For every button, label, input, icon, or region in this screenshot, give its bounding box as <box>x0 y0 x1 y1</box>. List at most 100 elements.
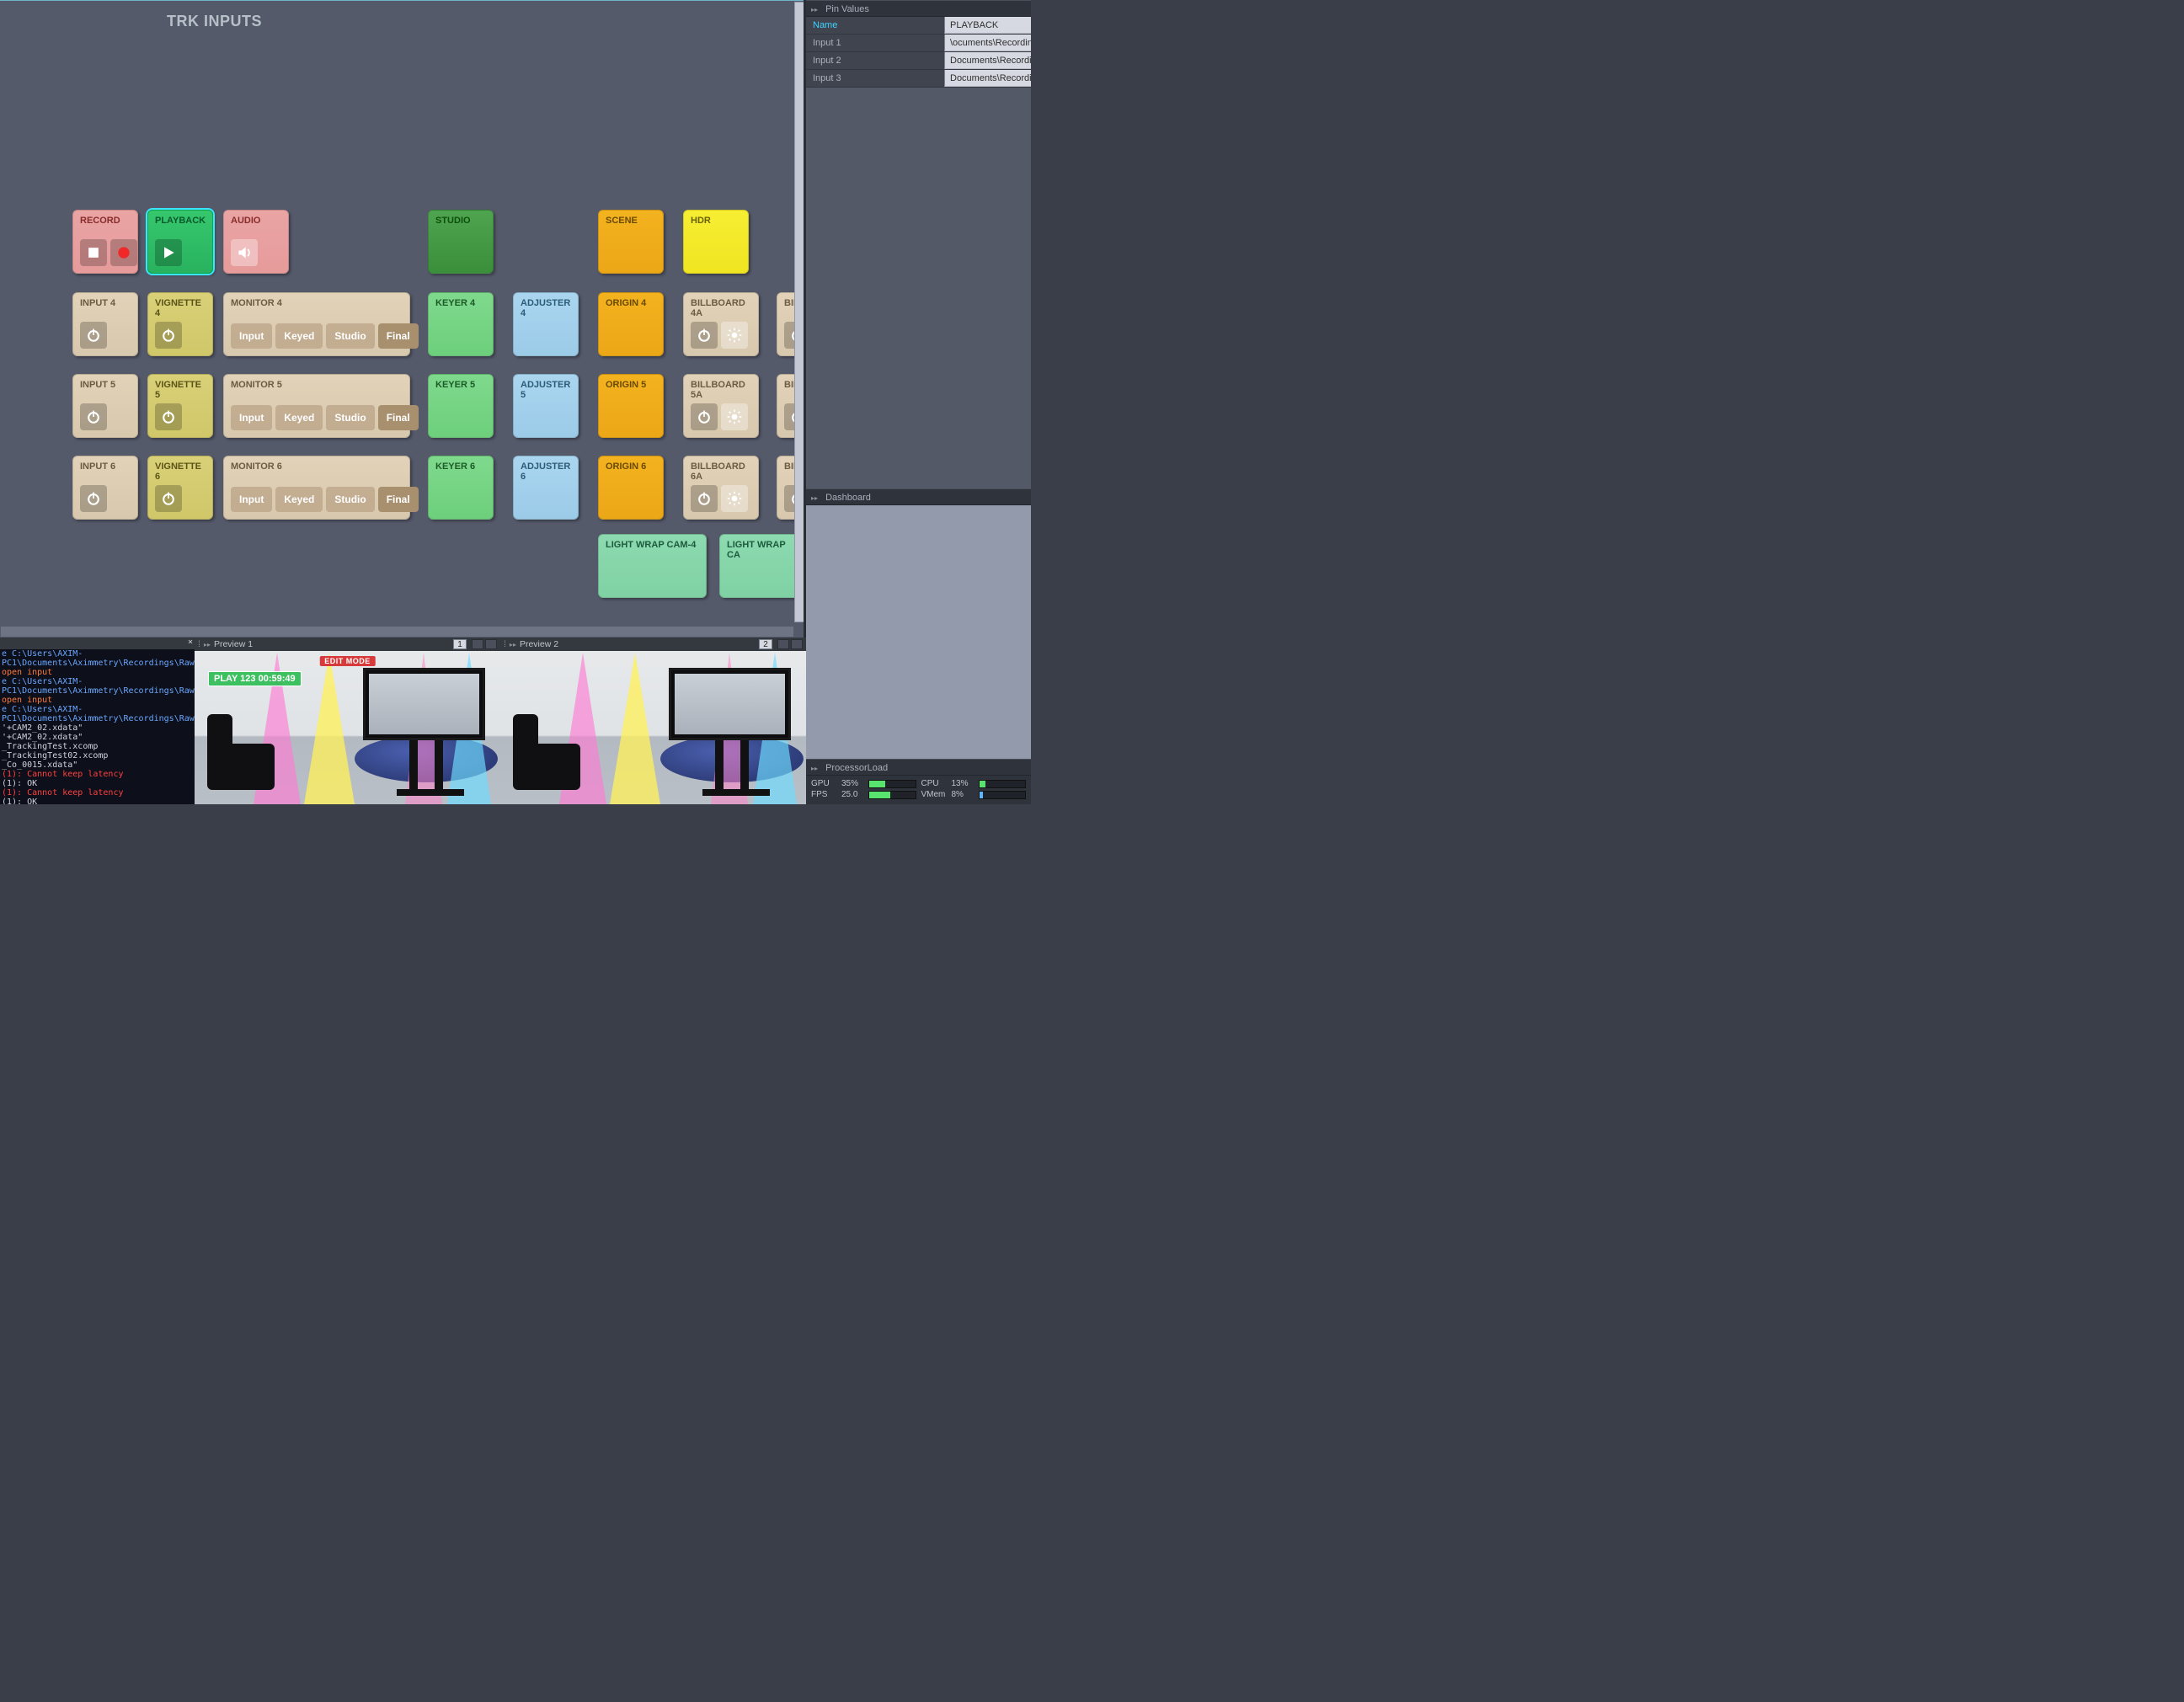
vmem-bar <box>979 791 1027 799</box>
block-origin4[interactable]: ORIGIN 4 <box>598 292 664 356</box>
chevron-icon <box>811 763 823 773</box>
power-icon[interactable] <box>691 485 718 512</box>
property-value[interactable]: Documents\Recordings\Raw_00 <box>944 70 1031 87</box>
block-input4[interactable]: INPUT 4 <box>72 292 138 356</box>
property-row[interactable]: Input 1\ocuments\Recordings\Raw_00: <box>806 35 1031 52</box>
gpu-value: 35% <box>841 779 863 788</box>
power-icon[interactable] <box>155 403 182 430</box>
block-origin6[interactable]: ORIGIN 6 <box>598 456 664 520</box>
power-icon[interactable] <box>691 322 718 349</box>
block-vignette4[interactable]: VIGNETTE 4 <box>147 292 213 356</box>
monitor-studio-button[interactable]: Studio <box>326 487 374 512</box>
block-vignette6[interactable]: VIGNETTE 6 <box>147 456 213 520</box>
monitor-studio-button[interactable]: Studio <box>326 405 374 430</box>
block-playback[interactable]: PLAYBACK <box>147 210 213 274</box>
label: MONITOR 5 <box>231 380 403 390</box>
light-icon[interactable] <box>721 485 748 512</box>
block-keyer6[interactable]: KEYER 6 <box>428 456 494 520</box>
preview-btn-a[interactable] <box>472 639 483 649</box>
property-value[interactable]: PLAYBACK <box>944 17 1031 34</box>
block-adjuster4[interactable]: ADJUSTER 4 <box>513 292 579 356</box>
processor-load-header[interactable]: ProcessorLoad <box>806 759 1031 776</box>
block-billboard6a[interactable]: BILLBOARD 6A <box>683 456 759 520</box>
block-keyer4[interactable]: KEYER 4 <box>428 292 494 356</box>
record-icon[interactable] <box>110 239 137 266</box>
block-billboard5a[interactable]: BILLBOARD 5A <box>683 374 759 438</box>
power-icon[interactable] <box>80 485 107 512</box>
light-icon[interactable] <box>721 322 748 349</box>
block-studio[interactable]: STUDIO <box>428 210 494 274</box>
power-icon[interactable] <box>80 403 107 430</box>
grip-icon[interactable] <box>198 638 204 651</box>
audio-icon[interactable] <box>231 239 258 266</box>
light-icon[interactable] <box>721 403 748 430</box>
monitor-final-button[interactable]: Final <box>378 487 419 512</box>
preview-btn-a[interactable] <box>777 639 789 649</box>
monitor-keyed-button[interactable]: Keyed <box>275 405 323 430</box>
chevron-icon[interactable] <box>204 638 214 652</box>
log-line: '+CAM2_02.xdata" <box>2 723 193 733</box>
block-input6[interactable]: INPUT 6 <box>72 456 138 520</box>
preview-scene[interactable] <box>500 651 806 804</box>
label: INPUT 5 <box>80 380 131 390</box>
property-row[interactable]: Input 2Documents\Recordings\Kunde_ <box>806 52 1031 70</box>
property-row[interactable]: Input 3Documents\Recordings\Raw_00 <box>806 70 1031 88</box>
block-origin5[interactable]: ORIGIN 5 <box>598 374 664 438</box>
monitor-input-button[interactable]: Input <box>231 405 272 430</box>
block-billboard4a[interactable]: BILLBOARD 4A <box>683 292 759 356</box>
block-monitor4[interactable]: MONITOR 4 Input Keyed Studio Final <box>223 292 410 356</box>
preview-number[interactable]: 1 <box>453 639 467 649</box>
property-row[interactable]: NamePLAYBACK <box>806 17 1031 35</box>
preview-btn-b[interactable] <box>485 639 497 649</box>
gpu-label: GPU <box>811 779 836 788</box>
close-icon[interactable]: × <box>188 638 193 647</box>
property-value[interactable]: Documents\Recordings\Kunde_ <box>944 52 1031 69</box>
dashboard-header[interactable]: Dashboard <box>806 488 1031 505</box>
preview-number[interactable]: 2 <box>759 639 772 649</box>
label: STUDIO <box>435 216 486 226</box>
vmem-label: VMem <box>921 790 947 799</box>
monitor-input-button[interactable]: Input <box>231 487 272 512</box>
label: KEYER 4 <box>435 298 486 308</box>
canvas-area[interactable]: TRK INPUTS RECORD PLAYBACK AUDIO STUDIO … <box>0 0 806 638</box>
block-record[interactable]: RECORD <box>72 210 138 274</box>
block-input5[interactable]: INPUT 5 <box>72 374 138 438</box>
power-icon[interactable] <box>691 403 718 430</box>
monitor-final-button[interactable]: Final <box>378 405 419 430</box>
log-line: (1): OK <box>2 779 193 788</box>
play-overlay: PLAY 123 00:59:49 <box>208 671 302 686</box>
grip-icon[interactable] <box>504 638 510 651</box>
monitor-keyed-button[interactable]: Keyed <box>275 487 323 512</box>
power-icon[interactable] <box>80 322 107 349</box>
monitor-input-button[interactable]: Input <box>231 323 272 349</box>
preview-scene[interactable]: EDIT MODE PLAY 123 00:59:49 <box>195 651 500 804</box>
dashboard-body[interactable] <box>806 505 1031 792</box>
property-key: Input 2 <box>806 52 944 69</box>
log-line: _Co_0015.xdata" <box>2 760 193 770</box>
stop-icon[interactable] <box>80 239 107 266</box>
label: ORIGIN 5 <box>606 380 656 390</box>
power-icon[interactable] <box>155 485 182 512</box>
pin-values-header[interactable]: Pin Values <box>806 0 1031 17</box>
block-keyer5[interactable]: KEYER 5 <box>428 374 494 438</box>
play-icon[interactable] <box>155 239 182 266</box>
block-lightwrap5[interactable]: LIGHT WRAP CA <box>719 534 799 598</box>
canvas-hscrollbar[interactable] <box>0 626 794 638</box>
block-scene[interactable]: SCENE <box>598 210 664 274</box>
block-vignette5[interactable]: VIGNETTE 5 <box>147 374 213 438</box>
monitor-final-button[interactable]: Final <box>378 323 419 349</box>
block-audio[interactable]: AUDIO <box>223 210 289 274</box>
block-adjuster6[interactable]: ADJUSTER 6 <box>513 456 579 520</box>
property-value[interactable]: \ocuments\Recordings\Raw_00: <box>944 35 1031 51</box>
block-hdr[interactable]: HDR <box>683 210 749 274</box>
block-monitor5[interactable]: MONITOR 5 Input Keyed Studio Final <box>223 374 410 438</box>
preview-btn-b[interactable] <box>791 639 803 649</box>
block-lightwrap4[interactable]: LIGHT WRAP CAM-4 <box>598 534 707 598</box>
log-panel[interactable]: × e C:\Users\AXIM-PC1\Documents\Aximmetr… <box>0 638 195 804</box>
power-icon[interactable] <box>155 322 182 349</box>
chevron-icon[interactable] <box>510 638 520 652</box>
monitor-studio-button[interactable]: Studio <box>326 323 374 349</box>
monitor-keyed-button[interactable]: Keyed <box>275 323 323 349</box>
block-monitor6[interactable]: MONITOR 6 Input Keyed Studio Final <box>223 456 410 520</box>
block-adjuster5[interactable]: ADJUSTER 5 <box>513 374 579 438</box>
